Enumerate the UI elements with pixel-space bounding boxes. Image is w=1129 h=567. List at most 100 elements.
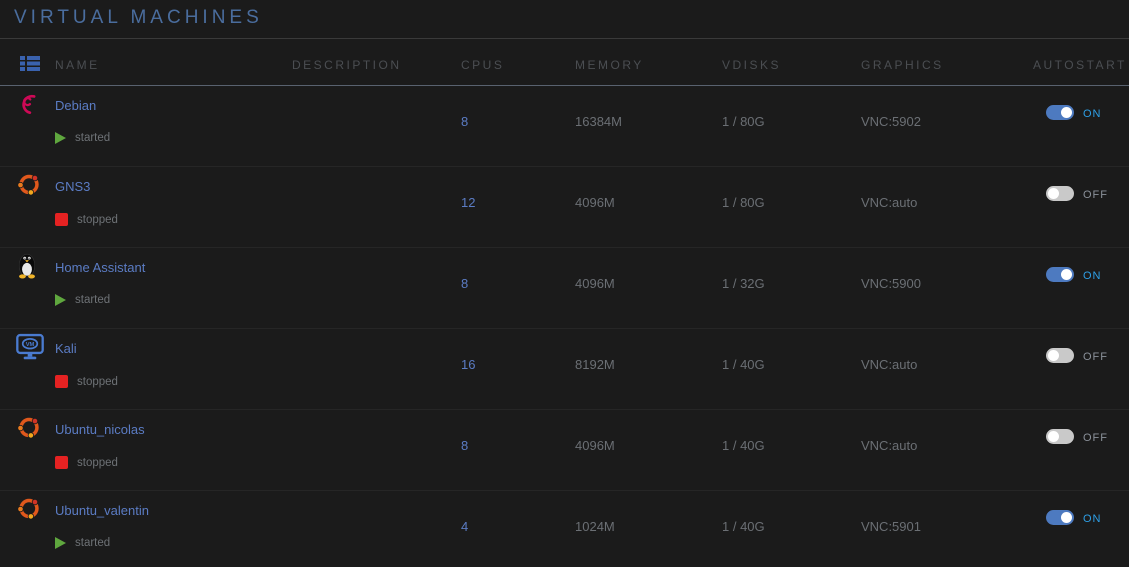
vm-status: started — [55, 537, 292, 549]
vm-vdisks: 1 / 80G — [722, 86, 861, 166]
autostart-toggle[interactable] — [1046, 510, 1074, 525]
stopped-stop-icon — [55, 375, 68, 388]
vm-name-link[interactable]: Ubuntu_valentin — [55, 503, 149, 518]
vm-graphics: VNC:5902 — [861, 86, 1033, 166]
vm-icon-cell — [0, 167, 55, 247]
list-view-icon[interactable] — [0, 48, 55, 76]
vm-memory: 16384M — [575, 86, 722, 166]
vm-vdisks: 1 / 32G — [722, 248, 861, 328]
toggle-knob — [1061, 512, 1072, 523]
column-header-autostart[interactable]: AUTOSTART — [1033, 52, 1129, 72]
vm-monitor-icon — [15, 332, 45, 365]
table-header-row: NAME DESCRIPTION CPUS MEMORY VDISKS GRAP… — [0, 39, 1129, 86]
autostart-toggle[interactable] — [1046, 348, 1074, 363]
autostart-label: ON — [1083, 513, 1102, 525]
toggle-knob — [1048, 431, 1059, 442]
vm-name-link[interactable]: Debian — [55, 98, 96, 113]
autostart-label: ON — [1083, 270, 1102, 282]
debian-icon — [15, 89, 42, 122]
vm-graphics: VNC:auto — [861, 410, 1033, 490]
vm-status-text: started — [75, 294, 110, 306]
vm-cpus-link[interactable]: 8 — [461, 438, 468, 453]
autostart-toggle[interactable] — [1046, 267, 1074, 282]
column-header-name[interactable]: NAME — [55, 52, 292, 72]
table-row: Ubuntu_nicolas stopped 8 4096M 1 / 40G V… — [0, 410, 1129, 491]
started-play-icon — [55, 294, 66, 306]
vm-name-link[interactable]: Kali — [55, 341, 77, 356]
vm-memory: 4096M — [575, 248, 722, 328]
column-header-memory[interactable]: MEMORY — [575, 52, 722, 72]
ubuntu-icon — [15, 494, 43, 527]
vm-vdisks: 1 / 80G — [722, 167, 861, 247]
started-play-icon — [55, 537, 66, 549]
table-row: Ubuntu_valentin started 4 1024M 1 / 40G … — [0, 491, 1129, 567]
autostart-label: OFF — [1083, 432, 1108, 444]
autostart-toggle[interactable] — [1046, 429, 1074, 444]
vm-name-link[interactable]: Home Assistant — [55, 260, 145, 275]
autostart-toggle[interactable] — [1046, 105, 1074, 120]
virtual-machines-page: VIRTUAL MACHINES NAME DESCRIPTION CPUS M… — [0, 0, 1129, 567]
vm-status-text: stopped — [77, 457, 118, 469]
stopped-stop-icon — [55, 456, 68, 469]
vm-icon-cell — [0, 410, 55, 490]
vm-status: stopped — [55, 375, 292, 388]
vm-description — [292, 86, 461, 166]
vm-description — [292, 248, 461, 328]
vm-status-text: started — [75, 537, 110, 549]
page-header: VIRTUAL MACHINES — [0, 0, 1129, 38]
table-row: Home Assistant started 8 4096M 1 / 32G V… — [0, 248, 1129, 329]
vm-cpus-link[interactable]: 16 — [461, 357, 475, 372]
vm-memory: 1024M — [575, 491, 722, 567]
toggle-knob — [1048, 188, 1059, 199]
ubuntu-icon — [15, 170, 43, 203]
vm-graphics: VNC:auto — [861, 329, 1033, 409]
vm-description — [292, 410, 461, 490]
vm-icon-cell — [0, 491, 55, 567]
vm-name-link[interactable]: GNS3 — [55, 179, 90, 194]
vm-description — [292, 491, 461, 567]
vm-graphics: VNC:5900 — [861, 248, 1033, 328]
vm-status: started — [55, 294, 292, 306]
vm-icon-cell — [0, 248, 55, 328]
vm-status: stopped — [55, 456, 292, 469]
vm-graphics: VNC:auto — [861, 167, 1033, 247]
vm-description — [292, 329, 461, 409]
vm-status-text: started — [75, 132, 110, 144]
vm-vdisks: 1 / 40G — [722, 329, 861, 409]
column-header-vdisks[interactable]: VDISKS — [722, 52, 861, 72]
vm-icon-cell — [0, 329, 55, 409]
vm-status: started — [55, 132, 292, 144]
column-header-description[interactable]: DESCRIPTION — [292, 52, 461, 72]
page-title: VIRTUAL MACHINES — [14, 7, 263, 28]
vm-graphics: VNC:5901 — [861, 491, 1033, 567]
ubuntu-icon — [15, 413, 43, 446]
vm-cpus-link[interactable]: 12 — [461, 195, 475, 210]
tux-linux-icon — [15, 251, 39, 284]
vm-name-link[interactable]: Ubuntu_nicolas — [55, 422, 145, 437]
started-play-icon — [55, 132, 66, 144]
autostart-label: OFF — [1083, 189, 1108, 201]
vm-vdisks: 1 / 40G — [722, 410, 861, 490]
table-row: GNS3 stopped 12 4096M 1 / 80G VNC:auto O… — [0, 167, 1129, 248]
autostart-label: ON — [1083, 108, 1102, 120]
table-row: Debian started 8 16384M 1 / 80G VNC:5902… — [0, 86, 1129, 167]
column-header-graphics[interactable]: GRAPHICS — [861, 52, 1033, 72]
vm-vdisks: 1 / 40G — [722, 491, 861, 567]
vm-cpus-link[interactable]: 8 — [461, 114, 468, 129]
toggle-knob — [1048, 350, 1059, 361]
vm-memory: 4096M — [575, 410, 722, 490]
vm-memory: 8192M — [575, 329, 722, 409]
toggle-knob — [1061, 269, 1072, 280]
vm-description — [292, 167, 461, 247]
vm-status: stopped — [55, 213, 292, 226]
vm-status-text: stopped — [77, 376, 118, 388]
autostart-label: OFF — [1083, 351, 1108, 363]
vm-cpus-link[interactable]: 8 — [461, 276, 468, 291]
autostart-toggle[interactable] — [1046, 186, 1074, 201]
table-row: Kali stopped 16 8192M 1 / 40G VNC:auto O… — [0, 329, 1129, 410]
stopped-stop-icon — [55, 213, 68, 226]
toggle-knob — [1061, 107, 1072, 118]
vm-memory: 4096M — [575, 167, 722, 247]
column-header-cpus[interactable]: CPUS — [461, 52, 575, 72]
vm-cpus-link[interactable]: 4 — [461, 519, 468, 534]
